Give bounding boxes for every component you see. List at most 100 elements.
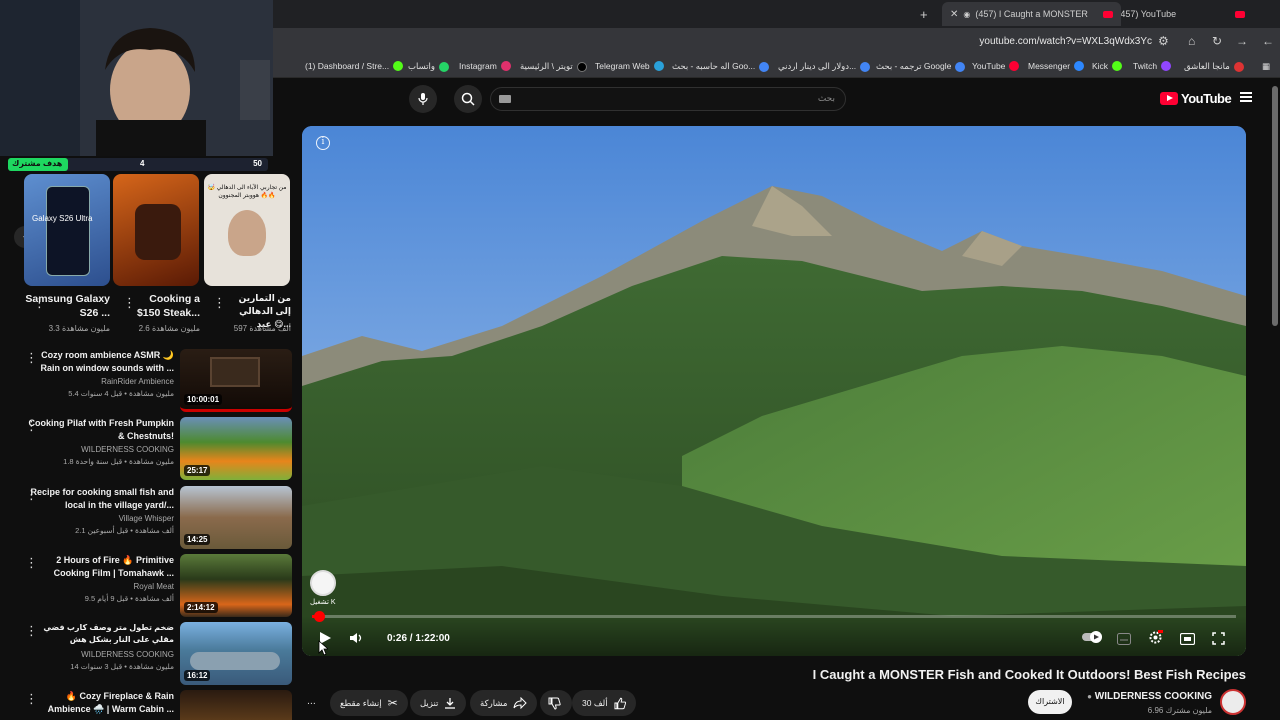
short-views: 3.3 مليون مشاهدة: [48, 324, 110, 333]
video-thumbnail: 2:14:12: [180, 554, 292, 617]
video-meta: 5.4 مليون مشاهدة • قبل 4 سنوات: [68, 389, 174, 398]
mute-button[interactable]: [349, 631, 363, 648]
channel-name[interactable]: ● WILDERNESS COOKING: [1087, 691, 1212, 702]
video-meta: 14 مليون مشاهدة • قبل 3 سنوات: [70, 662, 174, 671]
short-thumbnail[interactable]: Galaxy S26 Ultra: [24, 174, 110, 286]
watermark-text: تشغيل K: [310, 599, 336, 606]
info-icon[interactable]: i: [316, 136, 330, 150]
bookmark-item[interactable]: Messenger: [1028, 61, 1085, 71]
recommended-video[interactable]: 🔥 Cozy Fireplace & Rain Ambience 🌧️ | Wa…: [20, 690, 292, 720]
short-thumbnail[interactable]: [113, 174, 199, 286]
channel-watermark[interactable]: تشغيل K: [310, 570, 336, 606]
search-placeholder: بحث: [817, 93, 835, 103]
back-icon[interactable]: ←: [1262, 34, 1274, 48]
new-tab-button[interactable]: +: [920, 4, 928, 24]
more-actions-button[interactable]: ⋯: [300, 690, 326, 716]
apps-icon[interactable]: ▦: [1262, 61, 1270, 72]
autoplay-toggle[interactable]: [1082, 631, 1104, 646]
tab-youtube-close-area[interactable]: [1235, 4, 1245, 24]
download-button[interactable]: تنزيل: [410, 690, 467, 716]
channel-avatar[interactable]: [1220, 689, 1246, 715]
short-options-icon[interactable]: [33, 295, 46, 311]
search-input[interactable]: بحث: [490, 87, 846, 111]
tab-current-video[interactable]: ✕ ◉ (457) I Caught a MONSTER: [942, 2, 1121, 26]
video-duration: 14:25: [184, 534, 211, 545]
bookmark-favicon-icon: [1233, 61, 1244, 72]
bookmark-item[interactable]: Telegram Web: [595, 61, 664, 71]
search-button[interactable]: [454, 85, 482, 113]
settings-button[interactable]: [1148, 630, 1163, 648]
channel-name: WILDERNESS COOKING: [81, 445, 174, 454]
bookmark-item[interactable]: دولار الى دينار اردني...: [778, 61, 871, 72]
recommended-video[interactable]: Recipe for cooking small fish and local …: [20, 486, 292, 550]
bookmark-item[interactable]: تويتر \ الرئيسية: [520, 61, 587, 72]
video-thumbnail: 10:00:01: [180, 349, 292, 412]
likes-count: 30 ألف: [582, 697, 608, 708]
instagram-icon: [500, 61, 511, 71]
home-icon[interactable]: ⌂: [1188, 34, 1195, 48]
recommended-video[interactable]: Cozy room ambience ASMR 🌙 Rain on window…: [20, 349, 292, 413]
recommended-video[interactable]: Cooking Pilaf with Fresh Pumpkin & Chest…: [20, 417, 292, 481]
fullscreen-button[interactable]: [1212, 632, 1225, 648]
channel-name: Royal Meat: [133, 582, 174, 591]
video-duration: 2:14:12: [184, 602, 218, 613]
bookmark-item[interactable]: مانجا العاشق: [1184, 61, 1244, 72]
webcam-image: [0, 0, 273, 156]
tab-label: (457) I Caught a MONSTER: [975, 9, 1088, 19]
bookmark-item[interactable]: (1) Dashboard / Stre...: [305, 61, 404, 71]
thumbs-down-icon: [548, 697, 561, 710]
video-thumbnail: 16:12: [180, 622, 292, 685]
progress-scrubber[interactable]: [313, 611, 325, 622]
download-label: تنزيل: [420, 697, 439, 708]
bookmark-item[interactable]: واتساب: [408, 61, 450, 72]
clip-button[interactable]: إنشاء مقطع ✂: [330, 690, 408, 716]
progress-bar[interactable]: [312, 611, 1236, 622]
youtube-logo[interactable]: YouTube: [1160, 91, 1232, 106]
volume-icon: [350, 633, 362, 643]
thumbs-up-icon[interactable]: [614, 697, 626, 710]
reload-icon[interactable]: ↻: [1212, 34, 1222, 48]
phone-image: [46, 186, 90, 276]
bookmark-item[interactable]: Instagram: [459, 61, 511, 71]
share-button[interactable]: مشاركة: [470, 690, 538, 716]
like-dislike-group: 30 ألف: [572, 690, 636, 716]
subscribe-button[interactable]: الاشتراك: [1028, 690, 1072, 714]
microphone-icon: [418, 93, 428, 105]
clip-label: إنشاء مقطع: [340, 697, 382, 708]
bookmark-item[interactable]: Twitch: [1133, 61, 1172, 71]
hamburger-menu-icon[interactable]: [1240, 92, 1252, 102]
bookmark-item[interactable]: Kick: [1092, 61, 1123, 71]
recommended-video[interactable]: 2 Hours of Fire 🔥 Primitive Cooking Film…: [20, 554, 292, 618]
video-title: Cooking Pilaf with Fresh Pumpkin & Chest…: [28, 418, 174, 441]
recommended-video[interactable]: ضخم تطول متر وصف كارب فضي مقلي على النار…: [20, 622, 292, 686]
short-options-icon[interactable]: [123, 295, 136, 311]
dislike-button[interactable]: [540, 690, 572, 716]
forward-icon[interactable]: →: [1236, 34, 1248, 48]
google-icon: [759, 61, 770, 72]
video-thumbnail: 14:25: [180, 486, 292, 549]
short-thumbnail[interactable]: من تجاربي الآباء الى الدهالي 🤯 هووبتر ال…: [204, 174, 290, 286]
site-settings-icon[interactable]: ⚙: [1158, 34, 1169, 48]
bookmark-item[interactable]: اله حاسبه - بحث Goo...: [672, 61, 770, 72]
short-views: 2.6 مليون مشاهدة: [138, 324, 200, 333]
channel-name: RainRider Ambience: [101, 377, 174, 386]
short-options-icon[interactable]: [213, 295, 226, 311]
share-label: مشاركة: [480, 697, 508, 708]
subtitles-button[interactable]: [1117, 633, 1131, 648]
voice-search-button[interactable]: [409, 85, 437, 113]
keyboard-icon[interactable]: [499, 95, 511, 103]
bookmark-item[interactable]: ترجمه - بحث Google: [876, 61, 966, 72]
video-frame-mountain-landscape: [302, 126, 1246, 656]
audio-icon[interactable]: ◉: [963, 10, 970, 19]
fullscreen-icon: [1212, 632, 1225, 645]
close-tab-icon[interactable]: ✕: [950, 9, 958, 20]
theater-mode-button[interactable]: [1179, 632, 1196, 648]
page-scrollbar[interactable]: [1272, 86, 1278, 326]
twitch-icon: [1161, 61, 1172, 71]
goal-target: 50: [253, 159, 262, 168]
url-text[interactable]: youtube.com/watch?v=WXL3qWdx3Yc: [979, 36, 1152, 47]
theater-icon: [1179, 632, 1196, 646]
youtube-favicon-icon: [1235, 10, 1245, 18]
video-player[interactable]: i تشغيل K 0:26 / 1:22:00: [302, 126, 1246, 656]
bookmark-item[interactable]: YouTube: [972, 61, 1020, 71]
